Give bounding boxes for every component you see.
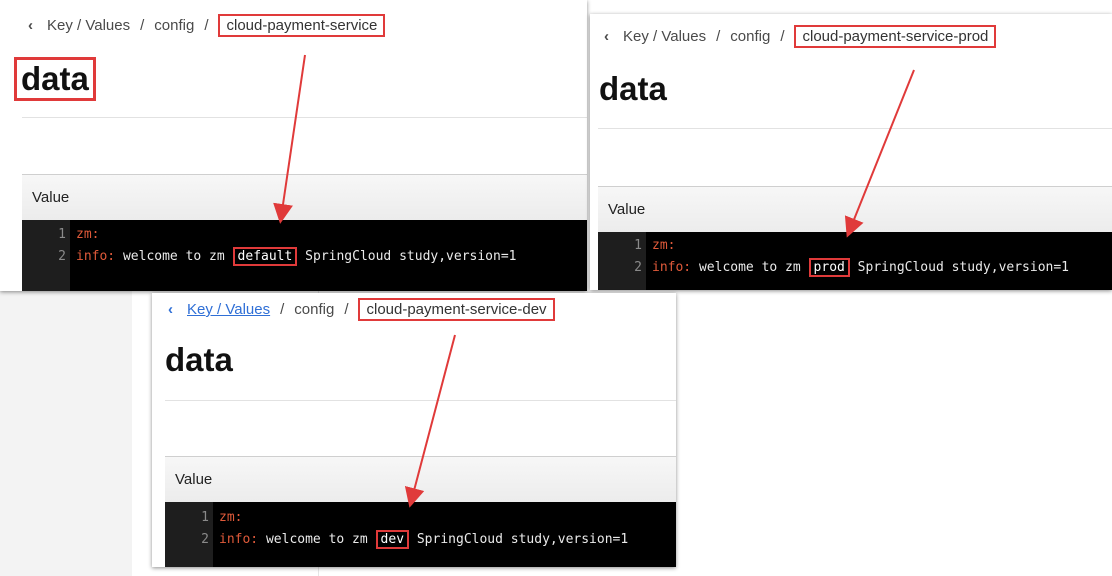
page-title: data [599, 70, 667, 107]
breadcrumb: ‹ Key / Values / config / cloud-payment-… [604, 25, 997, 48]
breadcrumb-root[interactable]: Key / Values [187, 301, 270, 318]
panel-default: ‹ Key / Values / config / cloud-payment-… [0, 0, 587, 291]
breadcrumb-separator: / [344, 301, 349, 318]
line-number: 2 [634, 260, 642, 275]
chevron-left-icon[interactable]: ‹ [168, 301, 173, 318]
line-number: 1 [634, 238, 642, 253]
code-key: info: [76, 249, 116, 264]
breadcrumb-root[interactable]: Key / Values [623, 28, 706, 45]
highlighted-profile: prod [808, 258, 850, 277]
code-text: SpringCloud study,version=1 [849, 260, 1070, 275]
code-key: zm: [219, 510, 243, 525]
breadcrumb-separator: / [140, 17, 145, 34]
code-line: 2 info: welcome to zm dev SpringCloud stu… [165, 529, 628, 551]
breadcrumb-service: cloud-payment-service-prod [794, 25, 997, 48]
breadcrumb-separator: / [204, 17, 209, 34]
divider [165, 400, 676, 401]
highlighted-profile: default [232, 247, 298, 266]
page-title: data [165, 341, 233, 378]
code-key: info: [652, 260, 692, 275]
code-editor[interactable]: 1 zm: 2 info: welcome to zm prod SpringClo… [598, 232, 1112, 290]
code-editor[interactable]: 1 zm: 2 info: welcome to zm default Spring… [22, 220, 587, 291]
code-text: SpringCloud study,version=1 [297, 249, 517, 264]
chevron-left-icon[interactable]: ‹ [604, 28, 609, 45]
code-line: 2 info: welcome to zm default SpringCloud… [22, 246, 517, 268]
code-text: welcome to zm [258, 532, 368, 547]
line-number: 1 [201, 510, 209, 525]
divider [22, 117, 587, 118]
code-text: welcome to zm [115, 249, 225, 264]
breadcrumb-root[interactable]: Key / Values [47, 17, 130, 34]
breadcrumb-separator: / [280, 301, 285, 318]
code-line: 1 zm: [165, 507, 242, 529]
breadcrumb-service: cloud-payment-service [218, 14, 386, 37]
panel-dev: ‹ Key / Values / config / cloud-payment-… [152, 293, 676, 567]
breadcrumb: ‹ Key / Values / config / cloud-payment-… [28, 14, 386, 37]
line-number: 1 [58, 227, 66, 242]
code-editor[interactable]: 1 zm: 2 info: welcome to zm dev SpringClou… [165, 502, 676, 567]
breadcrumb: ‹ Key / Values / config / cloud-payment-… [168, 298, 555, 321]
code-line: 1 zm: [22, 224, 99, 246]
breadcrumb-folder[interactable]: config [154, 17, 194, 34]
code-text: SpringCloud study,version=1 [409, 532, 629, 547]
panel-prod: ‹ Key / Values / config / cloud-payment-… [590, 14, 1112, 290]
value-header: Value [165, 456, 676, 502]
code-key: info: [219, 532, 259, 547]
breadcrumb-separator: / [780, 28, 785, 45]
code-line: 1 zm: [598, 235, 675, 257]
value-header: Value [22, 174, 587, 220]
breadcrumb-folder[interactable]: config [294, 301, 334, 318]
breadcrumb-separator: / [716, 28, 721, 45]
chevron-left-icon[interactable]: ‹ [28, 17, 33, 34]
page-title: data [14, 57, 96, 101]
divider [598, 128, 1112, 129]
breadcrumb-folder[interactable]: config [730, 28, 770, 45]
value-header: Value [598, 186, 1112, 232]
code-key: zm: [76, 227, 100, 242]
code-text: welcome to zm [691, 260, 801, 275]
code-line: 2 info: welcome to zm prod SpringCloud st… [598, 257, 1069, 279]
line-number: 2 [58, 249, 66, 264]
breadcrumb-service: cloud-payment-service-dev [358, 298, 555, 321]
code-key: zm: [652, 238, 676, 253]
line-number: 2 [201, 532, 209, 547]
highlighted-profile: dev [375, 530, 410, 549]
